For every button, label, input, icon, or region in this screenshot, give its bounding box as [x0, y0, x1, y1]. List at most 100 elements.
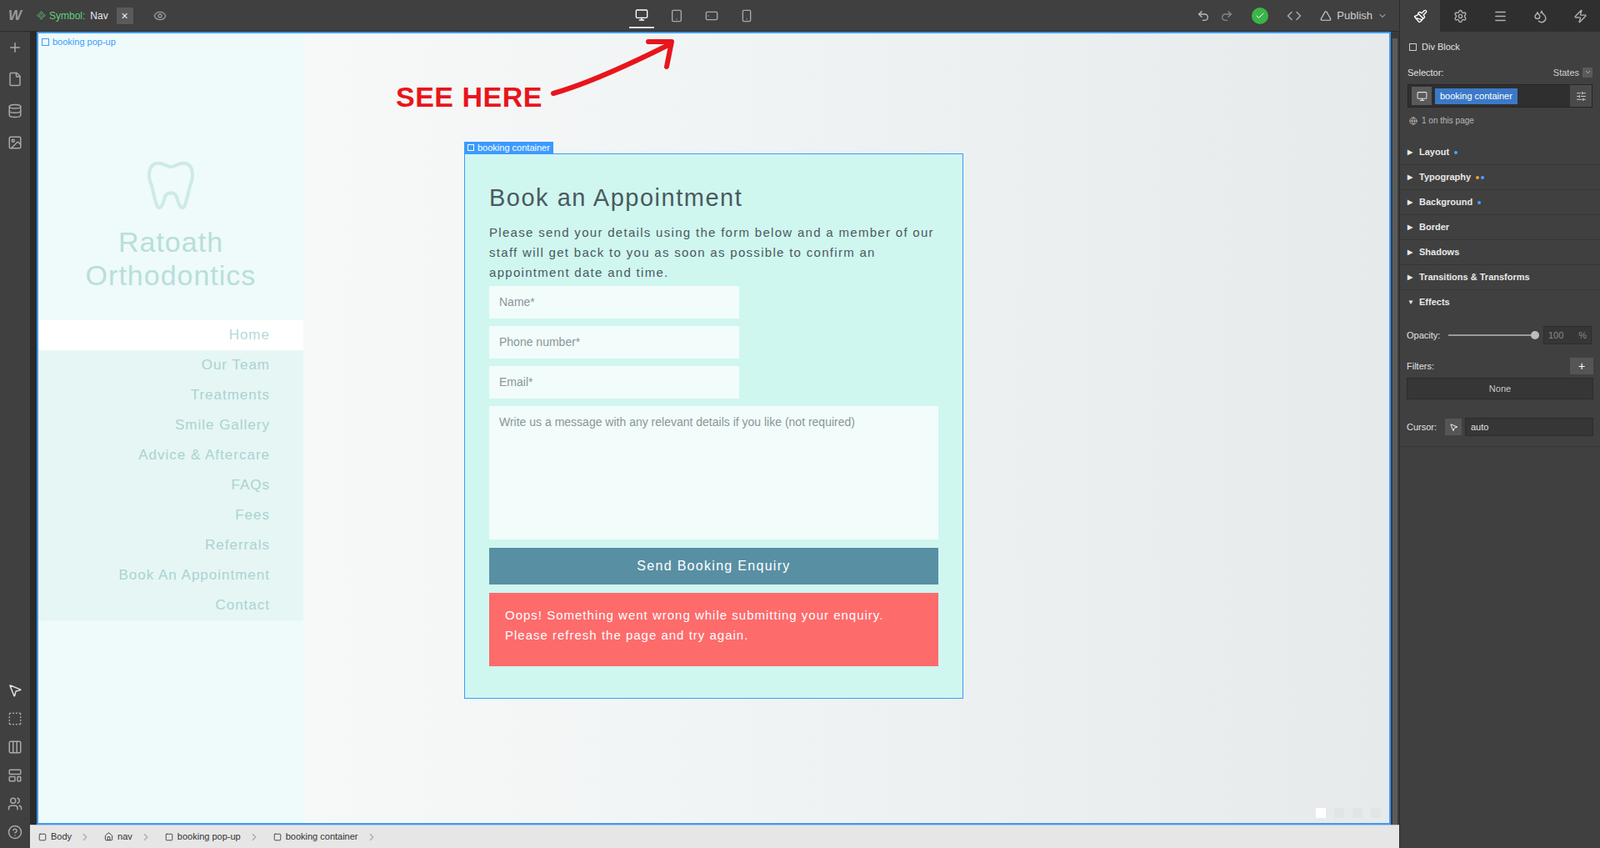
code-icon[interactable]	[1286, 8, 1302, 24]
webflow-logo[interactable]: W	[0, 0, 30, 32]
site-nav-item[interactable]: Advice & Aftercare	[38, 440, 304, 470]
grid-icon[interactable]	[7, 739, 23, 755]
site-nav-item[interactable]: Book An Appointment	[38, 560, 304, 590]
slider-thumb[interactable]	[1530, 330, 1540, 340]
label-box-icon	[467, 144, 475, 151]
style-section: ▶Background	[1400, 190, 1600, 215]
undo-icon[interactable]	[1196, 9, 1210, 23]
slider-dots	[1315, 807, 1381, 818]
site-nav-item[interactable]: Home	[38, 320, 304, 350]
annotation-arrow-icon	[550, 33, 684, 100]
booking-container[interactable]: booking containerBook an AppointmentPlea…	[464, 153, 964, 699]
breadcrumb[interactable]: Body	[30, 825, 96, 848]
panel-tab[interactable]	[1560, 0, 1600, 32]
section-header[interactable]: ▶Shadows	[1400, 240, 1600, 265]
slider-dot[interactable]	[1352, 807, 1363, 818]
save-status	[1251, 7, 1269, 25]
slider-dot[interactable]	[1315, 807, 1326, 818]
element-icon	[38, 832, 47, 841]
symbol-label: Symbol:	[49, 8, 85, 24]
breadcrumb[interactable]: booking pop-up	[156, 825, 265, 848]
slider-fill	[1448, 334, 1535, 336]
site-nav-item[interactable]: Smile Gallery	[38, 410, 304, 440]
site-nav-item[interactable]: Treatments	[38, 380, 304, 410]
element-icon	[273, 832, 282, 841]
opacity-input[interactable]: 100%	[1543, 325, 1592, 345]
section-header[interactable]: ▶Layout	[1400, 140, 1600, 165]
breadcrumb[interactable]: nav	[95, 825, 157, 848]
opacity-slider[interactable]	[1448, 330, 1535, 340]
device-button[interactable]	[699, 3, 725, 29]
assets-icon[interactable]	[7, 135, 23, 150]
help-icon[interactable]	[7, 824, 23, 840]
outline-icon[interactable]	[7, 710, 23, 726]
annotation-text: SEE HERE	[395, 80, 543, 114]
style-section: ▼EffectsOpacity:100%Filters:+NoneCursor:…	[1400, 290, 1600, 447]
eye-icon	[153, 9, 167, 23]
element-box-icon	[41, 38, 50, 46]
symbol-badge[interactable]: Symbol:Nav	[36, 8, 109, 24]
selector-field[interactable]: booking container	[1407, 84, 1593, 108]
site-nav-item[interactable]: Contact	[38, 590, 304, 620]
section-header[interactable]: ▶Transitions & Transforms	[1400, 265, 1600, 290]
topbar-right: Publish	[759, 7, 1400, 25]
disclosure-icon: ▶	[1407, 247, 1415, 258]
preview-button[interactable]	[148, 4, 172, 28]
booking-text: Please send your details using the form …	[489, 222, 939, 283]
site-nav-item[interactable]: Referrals	[38, 530, 304, 560]
style-sections: ▶Layout▶Typography▶Background▶Border▶Sha…	[1400, 140, 1600, 447]
canvas[interactable]: Ratoath OrthodonticsHomeOur TeamTreatmen…	[36, 31, 1391, 825]
booking-form: Name* Phone number* Email* Write us a messa…	[489, 285, 939, 540]
panel-tab[interactable]	[1520, 0, 1560, 32]
select-icon[interactable]	[7, 682, 23, 698]
submit-button[interactable]: Send Booking Enquiry	[489, 547, 939, 585]
element-label: booking pop-up	[41, 35, 116, 50]
add-filter-button[interactable]: +	[1570, 357, 1594, 375]
text-field[interactable]: Name*	[489, 285, 740, 319]
modified-dot	[1477, 200, 1481, 205]
states-dropdown[interactable]: States	[1553, 65, 1593, 80]
device-button[interactable]	[629, 3, 655, 29]
cursor-select[interactable]: auto	[1465, 417, 1594, 436]
section-header[interactable]: ▼Effects	[1400, 290, 1600, 315]
slider-track	[1448, 334, 1535, 336]
cms-icon[interactable]	[7, 103, 23, 119]
modified-dot	[1475, 175, 1480, 180]
separator-icon	[79, 827, 91, 846]
section-header[interactable]: ▶Background	[1400, 190, 1600, 215]
site-nav-item[interactable]: Our Team	[38, 350, 304, 380]
pages-icon[interactable]	[7, 71, 23, 87]
close-symbol-button[interactable]: ×	[116, 7, 134, 25]
panel-tabs	[1400, 0, 1600, 32]
panel-tab[interactable]	[1440, 0, 1480, 32]
canvas-scrollbar[interactable]	[1390, 31, 1400, 825]
redo-icon[interactable]	[1220, 9, 1234, 23]
scrollbar-thumb[interactable]	[1392, 38, 1398, 825]
panel-tab[interactable]	[1400, 0, 1440, 32]
panel-tab[interactable]	[1480, 0, 1520, 32]
breadcrumb-bar: Bodynavbooking pop-upbooking container	[30, 824, 1400, 848]
device-button[interactable]	[664, 3, 690, 29]
users-icon[interactable]	[7, 795, 23, 811]
add-icon[interactable]	[7, 40, 23, 55]
disclosure-icon: ▶	[1407, 197, 1415, 208]
slider-dot[interactable]	[1334, 807, 1345, 818]
text-field[interactable]: Email*	[489, 365, 740, 399]
site-nav-item[interactable]: FAQs	[38, 470, 304, 500]
section-header[interactable]: ▶Border	[1400, 215, 1600, 240]
slider-dot[interactable]	[1370, 807, 1381, 818]
breadcrumb[interactable]: booking container	[265, 825, 383, 848]
message-field[interactable]: Write us a message with any relevant det…	[489, 405, 939, 540]
device-button[interactable]	[734, 3, 760, 29]
section-header[interactable]: ▶Typography	[1400, 165, 1600, 190]
modified-dots	[1475, 175, 1485, 180]
site-nav-item[interactable]: Fees	[38, 500, 304, 530]
caret-down-icon	[1584, 68, 1592, 76]
template-icon[interactable]	[7, 767, 23, 783]
desktop-breakpoint	[1411, 86, 1432, 105]
class-chip[interactable]: booking container	[1435, 88, 1518, 105]
disclosure-icon: ▶	[1407, 222, 1415, 233]
text-field[interactable]: Phone number*	[489, 325, 740, 359]
selector-menu[interactable]	[1570, 85, 1592, 107]
publish-button[interactable]: Publish	[1320, 7, 1388, 25]
